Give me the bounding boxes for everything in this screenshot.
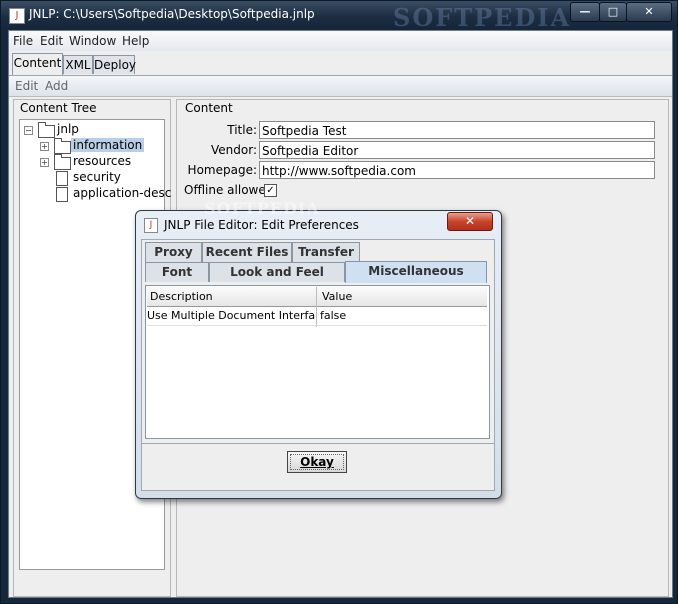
java-app-icon: J (9, 8, 25, 24)
expand-icon[interactable]: + (40, 142, 49, 151)
folder-icon (54, 138, 71, 154)
dialog-body: Proxy Recent Files Transfer Font Look an… (141, 239, 495, 491)
folder-icon (38, 122, 55, 138)
tab-font[interactable]: Font (145, 262, 209, 282)
title-bar: J JNLP: C:\Users\Softpedia\Desktop\Softp… (1, 1, 677, 32)
dialog-close-button[interactable]: ✕ (447, 212, 493, 231)
offline-checkbox[interactable]: ✓ (264, 184, 277, 197)
tree-node-label: application-desc (73, 186, 172, 200)
tab-xml[interactable]: XML (63, 55, 93, 74)
checkmark-icon: ✓ (266, 185, 275, 196)
window-title: JNLP: C:\Users\Softpedia\Desktop\Softped… (29, 7, 315, 21)
maximize-icon: □ (607, 5, 619, 18)
tree-node-label: resources (73, 154, 132, 168)
column-value[interactable]: Value (322, 290, 352, 303)
separator (142, 443, 494, 444)
maximize-button[interactable]: □ (599, 2, 627, 22)
menu-window[interactable]: Window (69, 34, 116, 48)
tab-recent-files[interactable]: Recent Files (202, 242, 292, 262)
table-cell-value[interactable]: false (320, 309, 346, 322)
watermark-logo: SOFTPEDIA (204, 199, 320, 218)
tree-root-label: jnlp (57, 122, 79, 136)
menu-help[interactable]: Help (122, 34, 149, 48)
minimize-button[interactable]: — (570, 2, 600, 22)
main-tab-strip: Content XML Deploy (9, 53, 672, 76)
close-icon: ✕ (464, 214, 476, 228)
tab-content[interactable]: Content (12, 53, 63, 75)
java-app-icon: J (144, 218, 158, 233)
tree-node-label: security (73, 170, 121, 184)
tab-proxy[interactable]: Proxy (145, 242, 202, 262)
file-icon (56, 187, 68, 202)
homepage-field[interactable]: http://www.softpedia.com (259, 161, 655, 179)
content-tree-title: Content Tree (20, 101, 97, 115)
table-row[interactable]: Use Multiple Document Interface… false (147, 307, 487, 326)
tab-look-and-feel[interactable]: Look and Feel (209, 262, 345, 282)
close-button[interactable]: ✕ (626, 2, 672, 22)
okay-button-label: Okay (300, 455, 334, 469)
content-toolbar: Edit Add (9, 76, 672, 97)
minimize-icon: — (579, 5, 591, 18)
watermark-logo: SOFTPEDIA (393, 3, 572, 32)
vendor-label: Vendor: (211, 143, 257, 157)
close-icon: ✕ (644, 5, 654, 18)
vendor-field[interactable]: Softpedia Editor (259, 141, 655, 159)
title-label: Title: (227, 123, 257, 137)
dialog-title: JNLP File Editor: Edit Preferences (164, 218, 359, 232)
table-cell-description: Use Multiple Document Interface… (147, 309, 315, 322)
menu-bar: File Edit Window Help (9, 31, 672, 51)
menu-edit[interactable]: Edit (40, 34, 63, 48)
collapse-icon[interactable]: − (24, 126, 33, 135)
okay-button[interactable]: Okay (287, 451, 347, 473)
toolbar-add[interactable]: Add (45, 79, 68, 93)
preferences-dialog: SOFTPEDIA J JNLP File Editor: Edit Prefe… (135, 199, 502, 499)
column-description[interactable]: Description (150, 290, 213, 303)
content-panel-title: Content (185, 101, 233, 115)
file-icon (56, 171, 68, 186)
tab-miscellaneous[interactable]: Miscellaneous (345, 261, 487, 283)
menu-file[interactable]: File (13, 34, 33, 48)
folder-icon (54, 154, 71, 170)
table-header: Description Value (147, 287, 487, 307)
tree-node-label: information (71, 138, 145, 152)
preferences-table[interactable]: Description Value Use Multiple Document … (145, 285, 490, 439)
title-field[interactable]: Softpedia Test (259, 121, 655, 139)
homepage-label: Homepage: (187, 163, 257, 177)
toolbar-edit[interactable]: Edit (15, 79, 38, 93)
expand-icon[interactable]: + (40, 158, 49, 167)
tab-transfer[interactable]: Transfer (292, 242, 360, 262)
tab-deploy[interactable]: Deploy (93, 55, 136, 74)
